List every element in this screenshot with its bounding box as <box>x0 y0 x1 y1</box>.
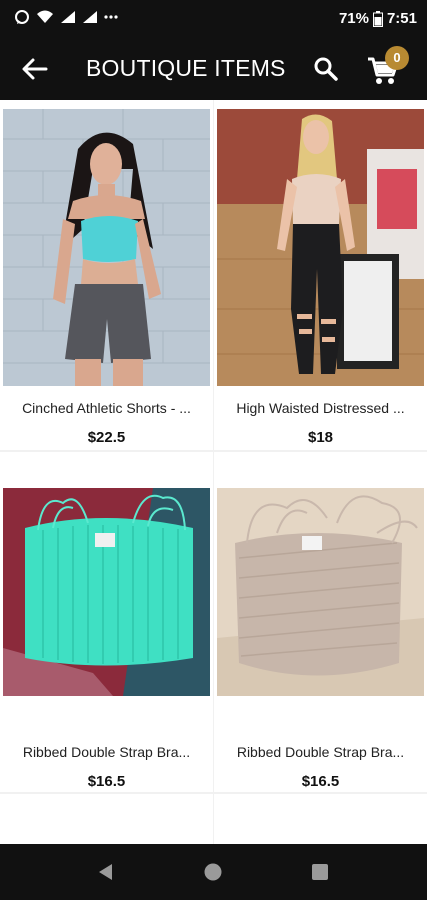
product-name[interactable]: Ribbed Double Strap Bra... <box>0 744 213 760</box>
product-grid: Cinched Athletic Shorts - ... $22.5 High… <box>0 100 427 844</box>
search-icon[interactable] <box>312 55 340 83</box>
product-image[interactable] <box>217 109 424 386</box>
wifi-icon <box>37 10 53 23</box>
product-name[interactable]: Ribbed Double Strap Bra... <box>214 744 427 760</box>
product-card[interactable]: Ribbed Double Strap Bra... $16.5 <box>214 452 427 792</box>
product-name[interactable]: High Waisted Distressed ... <box>214 400 427 416</box>
whatsapp-icon <box>15 10 29 24</box>
product-price: $22.5 <box>87 429 126 446</box>
battery-percent: 71% <box>338 10 369 27</box>
product-card[interactable]: Cinched Athletic Shorts - ... $22.5 <box>0 100 213 450</box>
product-image[interactable] <box>3 488 210 696</box>
product-price: $18 <box>307 429 334 446</box>
more-icon <box>104 15 118 19</box>
recents-square-icon[interactable] <box>311 863 329 881</box>
status-icons-left <box>14 9 118 25</box>
status-bar: 71% 7:51 <box>0 0 427 38</box>
product-price: $16.5 <box>87 773 126 790</box>
product-name[interactable]: Cinched Athletic Shorts - ... <box>0 400 213 416</box>
product-card[interactable]: High Waisted Distressed ... $18 <box>214 100 427 450</box>
product-card[interactable]: Ribbed Double Strap Bra... $16.5 <box>0 452 213 792</box>
product-price: $16.5 <box>301 773 340 790</box>
cart-count-badge: 0 <box>385 46 409 70</box>
signal-icon <box>83 11 97 23</box>
home-circle-icon[interactable] <box>203 862 223 882</box>
product-card[interactable] <box>0 794 213 844</box>
signal-icon <box>61 11 75 23</box>
product-card[interactable] <box>214 794 427 844</box>
system-nav-bar <box>0 844 427 900</box>
back-triangle-icon[interactable] <box>96 862 116 882</box>
product-image[interactable] <box>217 488 424 696</box>
status-icons-right: 71% 7:51 <box>339 10 417 27</box>
page-title: BOUTIQUE ITEMS <box>86 55 286 81</box>
clock: 7:51 <box>386 10 417 27</box>
battery-icon <box>372 10 383 27</box>
app-bar: BOUTIQUE ITEMS 0 <box>0 38 427 100</box>
product-image[interactable] <box>3 109 210 386</box>
back-arrow-icon[interactable] <box>20 54 50 84</box>
